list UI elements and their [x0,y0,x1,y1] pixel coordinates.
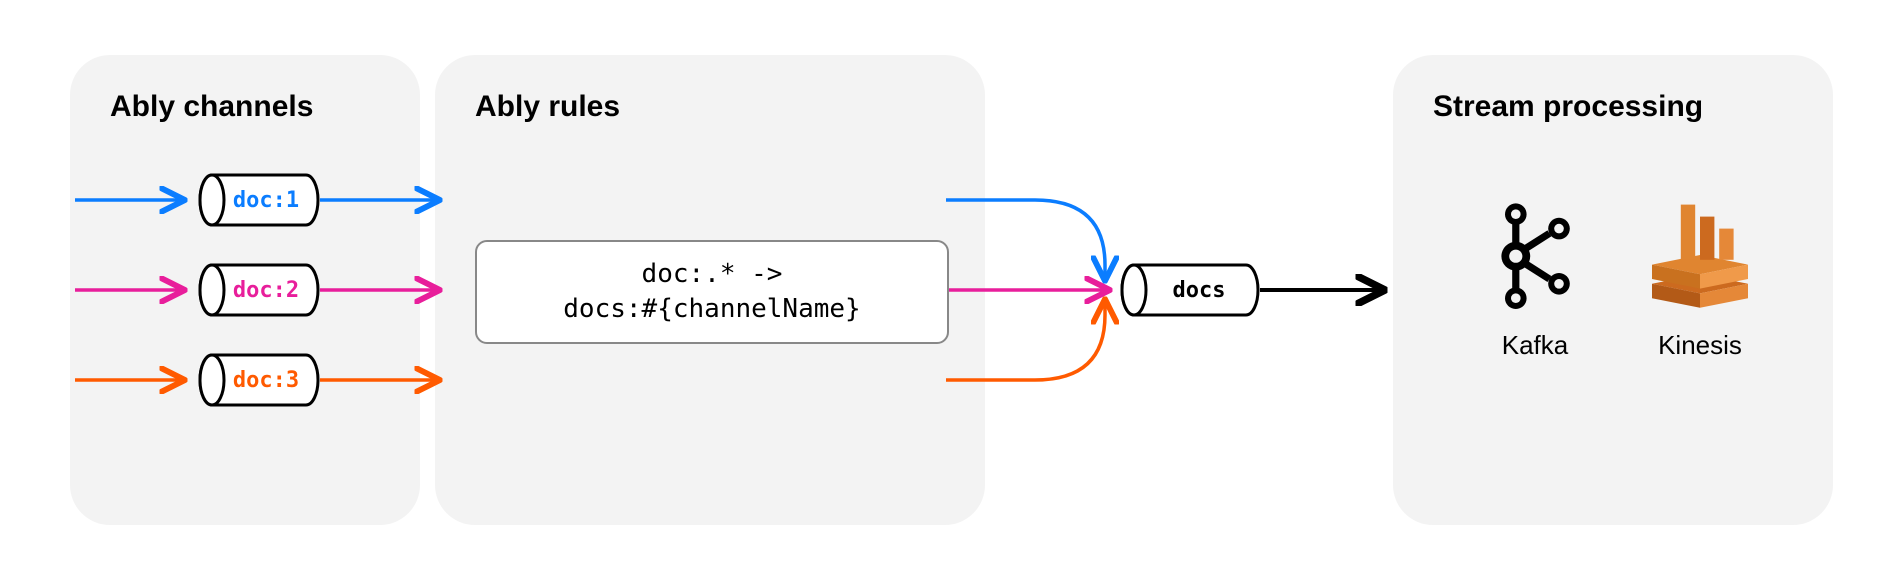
service-kafka: Kafka [1475,195,1595,361]
channel-label-1: doc:1 [224,173,308,227]
dest-cylinder-docs: docs [1120,263,1258,317]
channel-label-3: doc:3 [224,353,308,407]
kafka-icon [1475,195,1595,315]
channel-cylinder-1: doc:1 [198,173,318,227]
rule-line-1: doc:.* -> [642,257,783,292]
channel-cylinder-2: doc:2 [198,263,318,317]
channel-cylinder-3: doc:3 [198,353,318,407]
rule-expression-box: doc:.* -> docs:#{channelName} [475,240,949,344]
service-label-kafka: Kafka [1475,330,1595,361]
dest-label: docs [1150,263,1248,317]
service-kinesis: Kinesis [1640,195,1760,361]
channel-label-2: doc:2 [224,263,308,317]
diagram-stage: Ably channels Ably rules Stream processi… [0,0,1904,584]
kinesis-icon [1640,195,1760,315]
service-label-kinesis: Kinesis [1640,330,1760,361]
rule-line-2: docs:#{channelName} [563,292,860,327]
